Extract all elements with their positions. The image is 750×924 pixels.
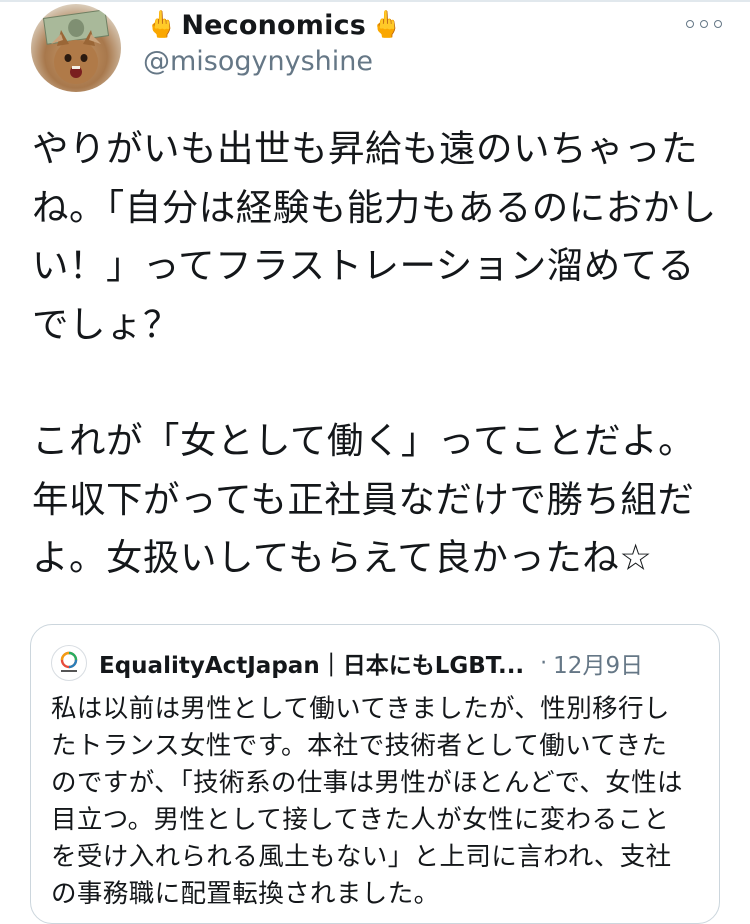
quoted-date[interactable]: 12月9日 [553,646,643,680]
middle-finger-emoji-icon: 🖕 [370,10,403,40]
more-dot-icon [700,20,708,28]
quoted-tweet-header: EqualityActJapan｜日本にもLGBT... · 12月9日 [51,645,706,681]
quoted-tweet-text: 私は以前は男性として働いてきましたが、性別移行したトランス女性です。本社で技術者… [51,694,683,909]
tweet-body: やりがいも出世も昇給も遠のいちゃったね。「自分は経験も能力もあるのにおかしい！」… [32,120,722,588]
author-handle[interactable]: @misogynyshine [143,46,373,77]
middle-finger-emoji-icon: 🖕 [145,10,178,40]
equality-act-japan-logo-icon [60,651,78,672]
author-name-row[interactable]: 🖕 Neconomics 🖕 [145,6,402,44]
author-display-name[interactable]: Neconomics [181,10,366,41]
quoted-separator: · [540,650,548,676]
more-dot-icon [686,20,694,28]
author-avatar[interactable] [31,4,121,92]
quoted-author-avatar[interactable] [51,645,87,681]
tweet-paragraph: やりがいも出世も昇給も遠のいちゃったね。「自分は経験も能力もあるのにおかしい！」… [32,127,717,346]
quoted-author-name[interactable]: EqualityActJapan｜日本にもLGBT... [99,646,524,680]
top-divider [0,0,750,2]
more-options-button[interactable] [686,12,722,36]
tweet-paragraph: これが「女として働く」ってことだよ。年収下がっても正社員なだけで勝ち組だよ。女扱… [32,419,696,579]
quoted-tweet-card[interactable]: EqualityActJapan｜日本にもLGBT... · 12月9日 私は以… [30,624,720,924]
more-dot-icon [714,20,722,28]
cat-avatar-icon [42,9,110,84]
